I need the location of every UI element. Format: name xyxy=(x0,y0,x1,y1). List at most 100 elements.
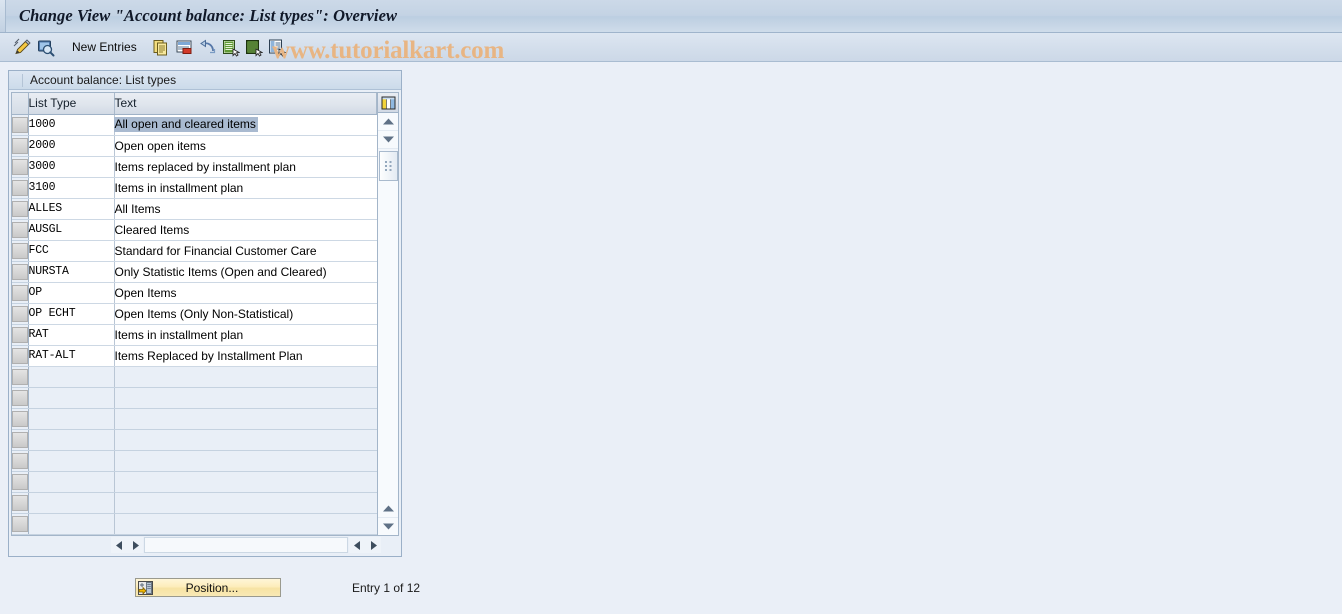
cell-text[interactable]: Standard for Financial Customer Care xyxy=(114,240,377,262)
row-selector-handle[interactable] xyxy=(12,347,28,364)
cell-list-type[interactable]: 3100 xyxy=(28,177,115,199)
row-selector-button[interactable] xyxy=(12,324,29,346)
display-change-icon[interactable] xyxy=(12,37,33,58)
column-header-text[interactable]: Text xyxy=(114,93,377,115)
row-selector-button[interactable] xyxy=(12,387,29,409)
table-row-empty[interactable] xyxy=(12,387,377,409)
cell-list-type[interactable]: 1000 xyxy=(28,114,115,136)
table-row[interactable]: 2000 Open open items xyxy=(12,135,377,157)
cell-text[interactable]: Items in installment plan xyxy=(114,324,377,346)
new-entries-button[interactable]: New Entries xyxy=(65,40,144,54)
table-row-empty[interactable] xyxy=(12,513,377,535)
table-row-empty[interactable] xyxy=(12,429,377,451)
undo-icon[interactable] xyxy=(197,37,218,58)
table-row[interactable]: ALLES All Items xyxy=(12,198,377,220)
row-selector-button[interactable] xyxy=(12,513,29,535)
table-row[interactable]: 3100 Items in installment plan xyxy=(12,177,377,199)
cell-text[interactable] xyxy=(114,450,377,472)
row-selector-handle[interactable] xyxy=(12,494,28,511)
table-row[interactable]: AUSGL Cleared Items xyxy=(12,219,377,241)
table-row-empty[interactable] xyxy=(12,450,377,472)
table-row-empty[interactable] xyxy=(12,471,377,493)
row-selector-button[interactable] xyxy=(12,219,29,241)
row-selector-handle[interactable] xyxy=(12,410,28,427)
cell-text[interactable] xyxy=(114,387,377,409)
cell-text[interactable] xyxy=(114,366,377,388)
cell-text[interactable] xyxy=(114,471,377,493)
position-button[interactable]: Position... xyxy=(135,578,281,597)
row-selector-handle[interactable] xyxy=(12,431,28,448)
table-settings-icon[interactable] xyxy=(378,93,398,113)
row-selector-handle[interactable] xyxy=(12,305,28,322)
cell-list-type[interactable]: RAT-ALT xyxy=(28,345,115,367)
cell-text[interactable] xyxy=(114,513,377,535)
row-selector-button[interactable] xyxy=(12,177,29,199)
cell-list-type[interactable] xyxy=(28,471,115,493)
vertical-scroll-track[interactable] xyxy=(378,181,398,500)
row-selector-handle[interactable] xyxy=(12,158,28,175)
table-row[interactable]: 1000 All open and cleared items xyxy=(12,114,377,136)
cell-text[interactable]: Items replaced by installment plan xyxy=(114,156,377,178)
row-selector-handle[interactable] xyxy=(12,389,28,406)
cell-text[interactable]: Cleared Items xyxy=(114,219,377,241)
cell-list-type[interactable]: FCC xyxy=(28,240,115,262)
delete-icon[interactable] xyxy=(174,37,195,58)
scroll-up-icon[interactable] xyxy=(378,113,398,131)
cell-list-type[interactable] xyxy=(28,513,115,535)
table-row[interactable]: 3000 Items replaced by installment plan xyxy=(12,156,377,178)
table-row-empty[interactable] xyxy=(12,366,377,388)
cell-text[interactable]: Open open items xyxy=(114,135,377,157)
cell-text[interactable] xyxy=(114,408,377,430)
scroll-thumb-grip[interactable] xyxy=(378,151,398,181)
cell-text[interactable]: Open Items (Only Non-Statistical) xyxy=(114,303,377,325)
row-selector-handle[interactable] xyxy=(12,263,28,280)
column-header-list-type[interactable]: List Type xyxy=(28,93,115,115)
table-row[interactable]: NURSTA Only Statistic Items (Open and Cle… xyxy=(12,261,377,283)
table-row[interactable]: RAT-ALT Items Replaced by Installment Pla… xyxy=(12,345,377,367)
cell-list-type[interactable] xyxy=(28,408,115,430)
row-selector-handle[interactable] xyxy=(12,452,28,469)
row-selector-handle[interactable] xyxy=(12,116,28,133)
row-selector-button[interactable] xyxy=(12,156,29,178)
cell-text[interactable]: All open and cleared items xyxy=(113,114,377,136)
cell-list-type[interactable] xyxy=(28,366,115,388)
row-selector-button[interactable] xyxy=(12,471,29,493)
scroll-left-icon[interactable] xyxy=(111,537,127,553)
row-selector-handle[interactable] xyxy=(12,200,28,217)
cell-text[interactable]: Items in installment plan xyxy=(114,177,377,199)
row-selector-button[interactable] xyxy=(12,366,29,388)
cell-list-type[interactable]: 3000 xyxy=(28,156,115,178)
row-selector-button[interactable] xyxy=(12,114,29,136)
variants-icon[interactable] xyxy=(266,37,287,58)
cell-list-type[interactable]: NURSTA xyxy=(28,261,115,283)
table-row[interactable]: OP Open Items xyxy=(12,282,377,304)
row-selector-button[interactable] xyxy=(12,429,29,451)
cell-list-type[interactable]: OP xyxy=(28,282,115,304)
copy-as-icon[interactable] xyxy=(151,37,172,58)
row-selector-handle[interactable] xyxy=(12,368,28,385)
row-selector-button[interactable] xyxy=(12,408,29,430)
cell-list-type[interactable]: RAT xyxy=(28,324,115,346)
scroll-right-icon[interactable] xyxy=(365,537,381,553)
row-selector-handle[interactable] xyxy=(12,137,28,154)
row-selector-handle[interactable] xyxy=(12,284,28,301)
cell-list-type[interactable]: OP ECHT xyxy=(28,303,115,325)
cell-list-type[interactable]: AUSGL xyxy=(28,219,115,241)
row-selector-button[interactable] xyxy=(12,198,29,220)
scroll-up-icon[interactable] xyxy=(378,499,398,518)
scroll-left-icon[interactable] xyxy=(349,537,365,553)
horizontal-scroll-track[interactable] xyxy=(144,537,348,553)
cell-text[interactable] xyxy=(114,492,377,514)
row-selector-button[interactable] xyxy=(12,345,29,367)
cell-text[interactable]: All Items xyxy=(114,198,377,220)
cell-list-type[interactable]: 2000 xyxy=(28,135,115,157)
row-selector-handle[interactable] xyxy=(12,515,28,532)
cell-list-type[interactable]: ALLES xyxy=(28,198,115,220)
cell-text[interactable]: Items Replaced by Installment Plan xyxy=(114,345,377,367)
row-selector-handle[interactable] xyxy=(12,326,28,343)
row-selector-button[interactable] xyxy=(12,282,29,304)
table-row[interactable]: FCC Standard for Financial Customer Care xyxy=(12,240,377,262)
row-selector-button[interactable] xyxy=(12,492,29,514)
row-selector-button[interactable] xyxy=(12,450,29,472)
scroll-down-icon[interactable] xyxy=(378,517,398,535)
